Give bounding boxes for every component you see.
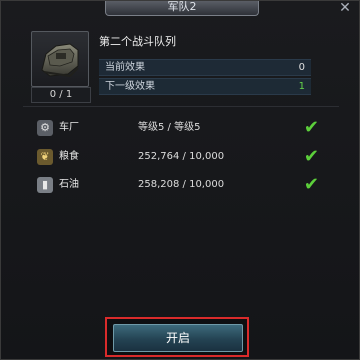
open-button[interactable]: 开启 — [113, 324, 243, 352]
food-icon: ❦ — [37, 149, 53, 165]
section-divider — [23, 106, 339, 107]
queue-title: 第二个战斗队列 — [99, 35, 176, 48]
close-icon[interactable]: ✕ — [337, 1, 353, 17]
check-icon: ✔ — [303, 146, 319, 167]
current-effect-label: 当前效果 — [105, 62, 145, 73]
tank-unit-icon — [41, 43, 79, 78]
next-effect-label: 下一级效果 — [105, 81, 155, 92]
open-button-highlight: 开启 — [105, 317, 249, 357]
requirement-value: 252,764 / 10,000 — [138, 151, 225, 162]
next-effect-row: 下一级效果 1 — [99, 78, 311, 95]
requirement-value: 等级5 / 等级5 — [138, 122, 201, 133]
garage-icon: ⚙ — [37, 120, 53, 136]
item-count: 0 / 1 — [31, 87, 91, 103]
requirement-name: 石油 — [59, 179, 79, 190]
requirement-row-oil: ▮ 石油 258,208 / 10,000 ✔ — [31, 172, 331, 198]
requirements-panel: ⚙ 车厂 等级5 / 等级5 ✔ ❦ 粮食 252,764 / 10,000 ✔… — [25, 109, 337, 199]
current-effect-row: 当前效果 0 — [99, 59, 311, 76]
requirement-row-garage: ⚙ 车厂 等级5 / 等级5 ✔ — [31, 115, 331, 141]
requirement-row-food: ❦ 粮食 252,764 / 10,000 ✔ — [31, 144, 331, 170]
check-icon: ✔ — [303, 174, 319, 195]
dialog-title-bar: 军队2 — [105, 1, 259, 16]
dialog-frame: 军队2 ✕ 0 / 1 第二个战斗队列 当前效果 0 下一级效果 1 ⚙ 车厂 … — [0, 0, 360, 360]
check-icon: ✔ — [303, 117, 319, 138]
requirement-name: 车厂 — [59, 122, 79, 133]
current-effect-value: 0 — [298, 62, 305, 73]
item-slot[interactable] — [31, 31, 89, 87]
oil-icon: ▮ — [37, 177, 53, 193]
requirement-name: 粮食 — [59, 151, 79, 162]
requirement-value: 258,208 / 10,000 — [138, 179, 225, 190]
dialog-title: 军队2 — [167, 1, 197, 13]
next-effect-value: 1 — [298, 81, 305, 92]
